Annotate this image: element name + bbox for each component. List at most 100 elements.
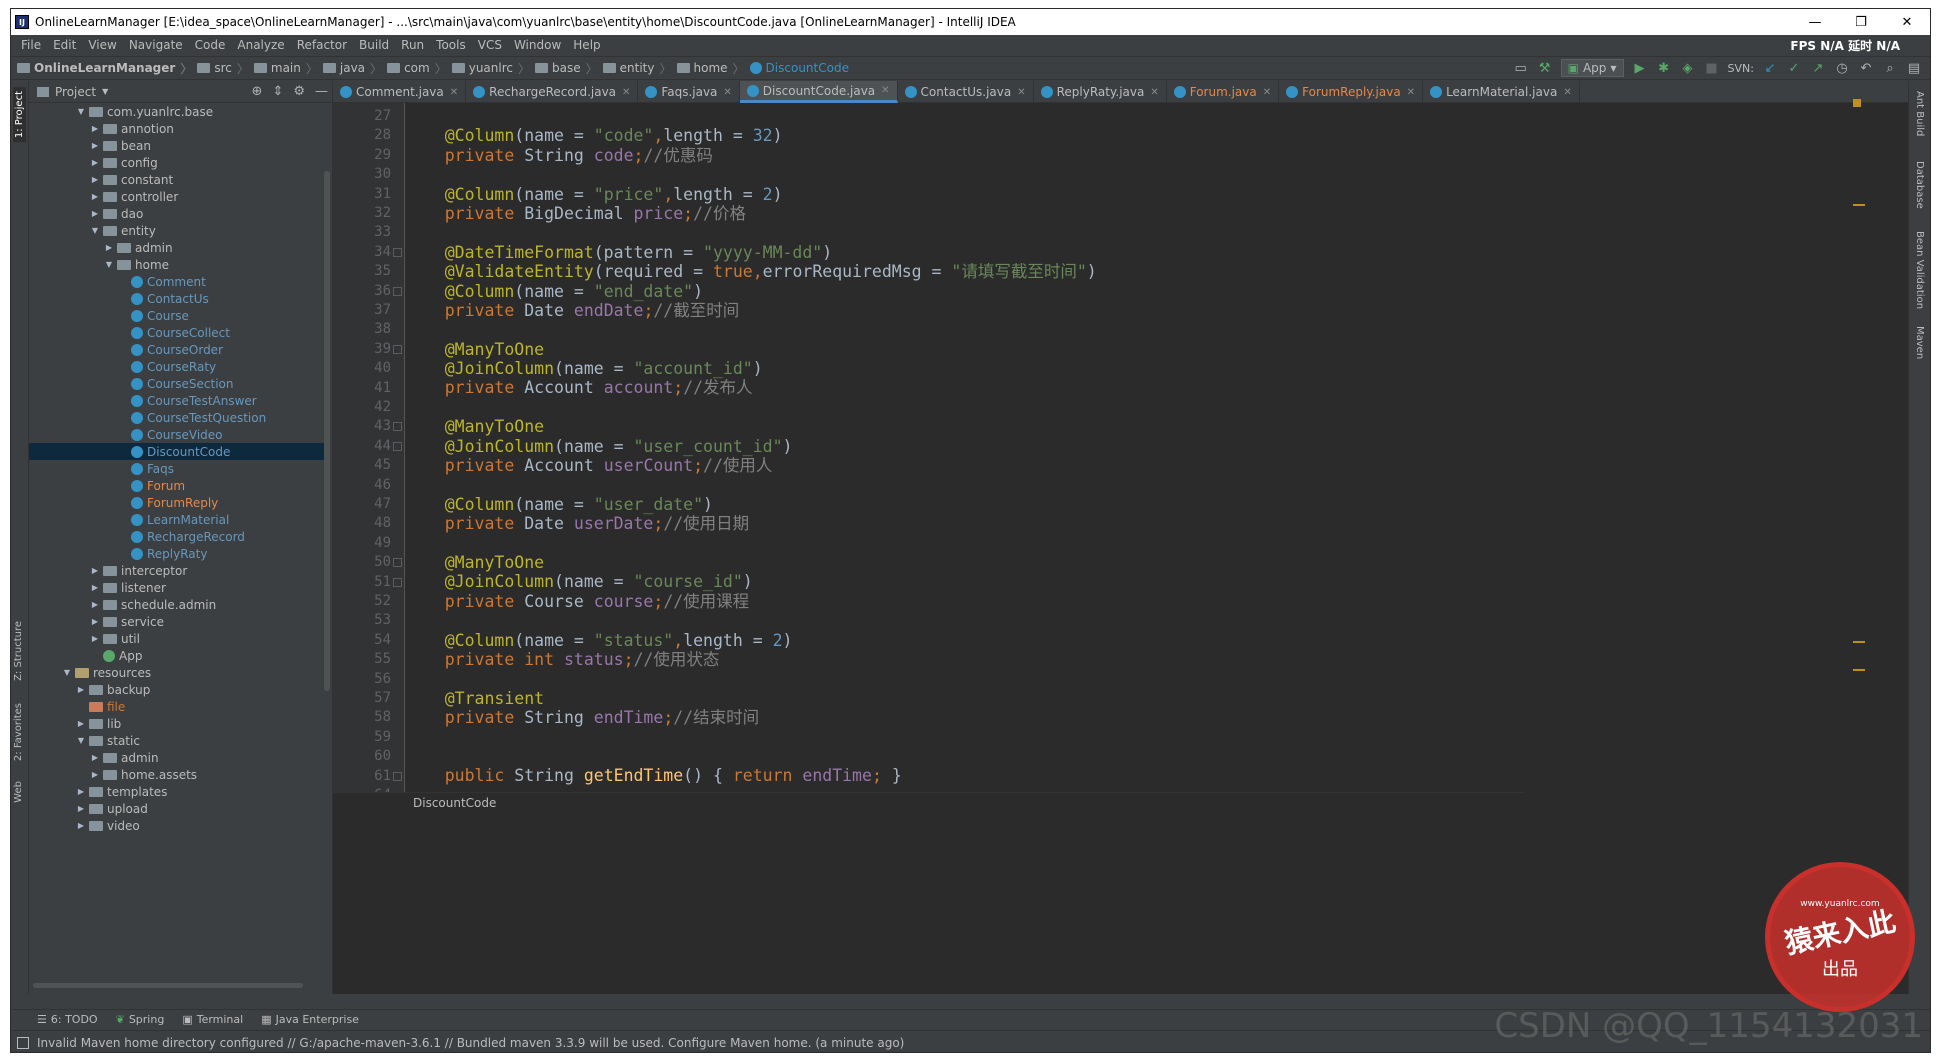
code-line[interactable]: @JoinColumn(name = "user_count_id")	[405, 437, 1525, 456]
debug-icon[interactable]: ✱	[1656, 60, 1672, 76]
code-line[interactable]	[405, 320, 1525, 339]
tree-item-learnmaterial[interactable]: LearnMaterial	[29, 511, 329, 528]
expanded-arrow-icon[interactable]: ▼	[75, 736, 87, 745]
collapsed-arrow-icon[interactable]: ▶	[89, 192, 101, 201]
editor-tab-faqs-java[interactable]: Faqs.java ✕	[638, 81, 740, 103]
tree-item-admin[interactable]: ▶ admin	[29, 239, 329, 256]
collapse-icon[interactable]: ⇕	[272, 84, 283, 99]
spring-tool-tab[interactable]: ❦ Spring	[116, 1013, 165, 1026]
fold-marker-icon[interactable]	[393, 344, 402, 354]
editor-tab-contactus-java[interactable]: ContactUs.java ✕	[898, 81, 1034, 103]
project-vertical-scrollbar[interactable]	[324, 171, 330, 691]
tree-item-resources[interactable]: ▼ resources	[29, 664, 329, 681]
code-line[interactable]: @Column(name = "code",length = 32)	[405, 126, 1525, 145]
code-line[interactable]: @Column(name = "end_date")	[405, 282, 1525, 301]
close-tab-icon[interactable]: ✕	[1563, 87, 1571, 98]
fold-marker-icon[interactable]	[393, 247, 402, 257]
close-button[interactable]: ✕	[1884, 9, 1930, 35]
close-tab-icon[interactable]: ✕	[622, 87, 630, 98]
tree-item-templates[interactable]: ▶ templates	[29, 783, 329, 800]
history-icon[interactable]: ◷	[1834, 60, 1850, 76]
close-tab-icon[interactable]: ✕	[723, 87, 731, 98]
code-line[interactable]: @JoinColumn(name = "course_id")	[405, 572, 1525, 591]
menu-file[interactable]: File	[15, 38, 47, 52]
tree-item-static[interactable]: ▼ static	[29, 732, 329, 749]
collapsed-arrow-icon[interactable]: ▶	[75, 719, 87, 728]
menu-refactor[interactable]: Refactor	[291, 38, 353, 52]
collapsed-arrow-icon[interactable]: ▶	[89, 600, 101, 609]
code-line[interactable]: private Account account;//发布人	[405, 378, 1525, 397]
warning-stripe[interactable]	[1853, 641, 1865, 643]
editor-tab-rechargerecord-java[interactable]: RechargeRecord.java ✕	[466, 81, 639, 103]
tree-item-forum[interactable]: Forum	[29, 477, 329, 494]
revert-icon[interactable]: ↶	[1858, 60, 1874, 76]
editor-tab-forum-java[interactable]: Forum.java ✕	[1167, 81, 1280, 103]
crumb-base[interactable]: base 〉	[535, 60, 603, 77]
tree-item-coursetestquestion[interactable]: CourseTestQuestion	[29, 409, 329, 426]
chevron-down-icon[interactable]: ▼	[102, 87, 108, 96]
collapsed-arrow-icon[interactable]: ▶	[89, 175, 101, 184]
code-line[interactable]	[405, 611, 1525, 630]
gear-icon[interactable]: ⚙	[293, 84, 305, 99]
code-line[interactable]: @Transient	[405, 689, 1525, 708]
code-line[interactable]: @ManyToOne	[405, 340, 1525, 359]
tree-item-backup[interactable]: ▶ backup	[29, 681, 329, 698]
warning-stripe[interactable]	[1853, 669, 1865, 671]
ant-build-tool-tab[interactable]: Ant Build	[1914, 91, 1925, 136]
close-tab-icon[interactable]: ✕	[1150, 87, 1158, 98]
code-line[interactable]: public String getEndTime() { return endT…	[405, 766, 1525, 785]
editor-tab-discountcode-java[interactable]: DiscountCode.java ✕	[739, 81, 898, 103]
code-line[interactable]	[405, 107, 1525, 126]
tree-item-upload[interactable]: ▶ upload	[29, 800, 329, 817]
code-line[interactable]	[405, 669, 1525, 688]
tree-item-rechargerecord[interactable]: RechargeRecord	[29, 528, 329, 545]
collapsed-arrow-icon[interactable]: ▶	[75, 685, 87, 694]
tree-item-bean[interactable]: ▶ bean	[29, 137, 329, 154]
tree-item-coursetestanswer[interactable]: CourseTestAnswer	[29, 392, 329, 409]
code-view[interactable]: @Column(name = "code",length = 32) priva…	[405, 103, 1525, 792]
menu-run[interactable]: Run	[395, 38, 430, 52]
code-line[interactable]: @Column(name = "status",length = 2)	[405, 631, 1525, 650]
code-line[interactable]: @Column(name = "user_date")	[405, 495, 1525, 514]
crumb-home[interactable]: home 〉	[676, 60, 750, 77]
tree-item-replyraty[interactable]: ReplyRaty	[29, 545, 329, 562]
code-line[interactable]	[405, 223, 1525, 242]
sdk-icon[interactable]: ▤	[1906, 60, 1922, 76]
tree-item-discountcode[interactable]: DiscountCode	[29, 443, 329, 460]
collapsed-arrow-icon[interactable]: ▶	[89, 753, 101, 762]
tree-item-dao[interactable]: ▶ dao	[29, 205, 329, 222]
code-line[interactable]: @Column(name = "price",length = 2)	[405, 185, 1525, 204]
code-line[interactable]	[405, 475, 1525, 494]
code-line[interactable]: private Account userCount;//使用人	[405, 456, 1525, 475]
tree-item-courseorder[interactable]: CourseOrder	[29, 341, 329, 358]
database-tool-tab[interactable]: Database	[1914, 161, 1925, 209]
tree-item-coursesection[interactable]: CourseSection	[29, 375, 329, 392]
tree-item-course[interactable]: Course	[29, 307, 329, 324]
code-line[interactable]: private int status;//使用状态	[405, 650, 1525, 669]
build-hammer-icon[interactable]: ⚒	[1537, 60, 1553, 76]
code-line[interactable]	[405, 747, 1525, 766]
tree-item-constant[interactable]: ▶ constant	[29, 171, 329, 188]
expanded-arrow-icon[interactable]: ▼	[89, 226, 101, 235]
fold-marker-icon[interactable]	[393, 441, 402, 451]
layout-icon[interactable]: ▭	[1513, 60, 1529, 76]
locate-icon[interactable]: ⊕	[252, 84, 263, 99]
fold-marker-icon[interactable]	[393, 558, 402, 568]
code-line[interactable]	[405, 165, 1525, 184]
project-horizontal-scrollbar[interactable]	[33, 983, 303, 988]
collapsed-arrow-icon[interactable]: ▶	[89, 209, 101, 218]
stop-icon[interactable]: ■	[1704, 60, 1720, 76]
code-line[interactable]	[405, 534, 1525, 553]
code-line[interactable]: @ManyToOne	[405, 417, 1525, 436]
tree-item-service[interactable]: ▶ service	[29, 613, 329, 630]
menu-tools[interactable]: Tools	[430, 38, 472, 52]
collapsed-arrow-icon[interactable]: ▶	[89, 141, 101, 150]
menu-view[interactable]: View	[82, 38, 122, 52]
tree-item-entity[interactable]: ▼ entity	[29, 222, 329, 239]
crumb-java[interactable]: java 〉	[322, 60, 387, 77]
tree-item-lib[interactable]: ▶ lib	[29, 715, 329, 732]
tree-item-home[interactable]: ▼ home	[29, 256, 329, 273]
tree-item-contactus[interactable]: ContactUs	[29, 290, 329, 307]
code-line[interactable]: @ValidateEntity(required = true,errorReq…	[405, 262, 1525, 281]
editor-tab-learnmaterial-java[interactable]: LearnMaterial.java ✕	[1423, 81, 1580, 103]
